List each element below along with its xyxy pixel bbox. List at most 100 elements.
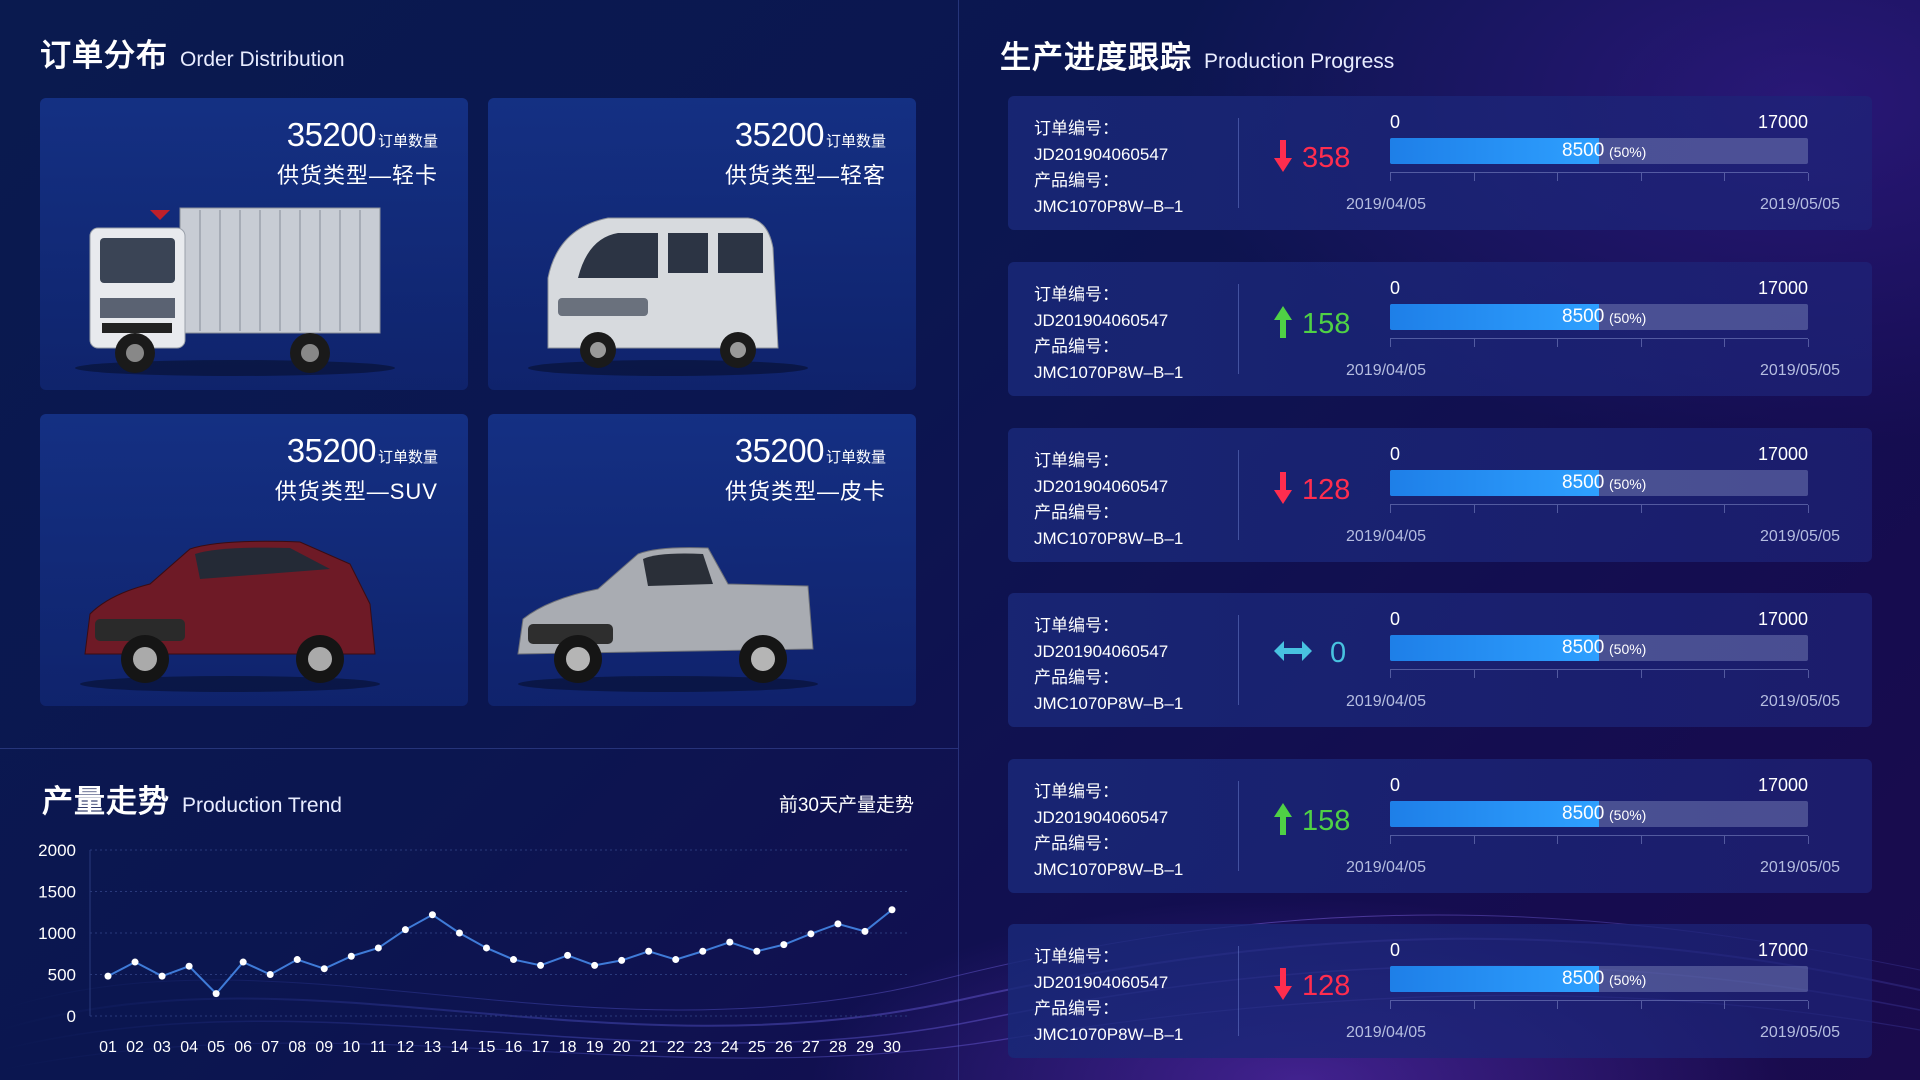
data-point[interactable] xyxy=(320,965,328,973)
data-point[interactable] xyxy=(861,927,869,935)
progress-row[interactable]: 订单编号： JD201904060547 产品编号： JMC1070P8W–B–… xyxy=(1008,924,1872,1058)
progress-min: 0 xyxy=(1390,775,1401,795)
data-point[interactable] xyxy=(726,938,734,946)
progress-value: 8500 xyxy=(1562,472,1605,493)
tick-mark xyxy=(1557,670,1559,678)
progress-percent: (50%) xyxy=(1609,641,1647,657)
data-point[interactable] xyxy=(185,962,193,970)
data-point[interactable] xyxy=(131,958,139,966)
progress-row[interactable]: 订单编号： JD201904060547 产品编号： JMC1070P8W–B–… xyxy=(1008,593,1872,727)
x-tick-label: 27 xyxy=(802,1039,820,1056)
x-tick-label: 05 xyxy=(207,1039,225,1056)
supply-type: 供货类型—轻卡 xyxy=(276,163,438,188)
tick-mark xyxy=(1808,1001,1809,1009)
data-point[interactable] xyxy=(780,941,788,949)
data-point[interactable] xyxy=(374,944,382,952)
x-tick-label: 13 xyxy=(424,1039,442,1056)
progress-row[interactable]: 订单编号： JD201904060547 产品编号： JMC1070P8W–B–… xyxy=(1008,96,1872,230)
progress-percent: (50%) xyxy=(1609,144,1647,160)
data-point[interactable] xyxy=(888,906,896,914)
x-tick-label: 15 xyxy=(478,1039,496,1056)
data-point[interactable] xyxy=(401,926,409,934)
data-point[interactable] xyxy=(753,947,761,955)
data-point[interactable] xyxy=(618,956,626,964)
data-point[interactable] xyxy=(158,972,166,980)
order-ids: 订单编号： JD201904060547 产品编号： JMC1070P8W–B–… xyxy=(1034,944,1183,1048)
tick-mark xyxy=(1473,339,1475,347)
order-card-pickup[interactable]: 35200 订单数量 供货类型—皮卡 xyxy=(488,414,916,706)
data-point[interactable] xyxy=(266,971,274,978)
order-card-suv[interactable]: 35200 订单数量 供货类型—SUV xyxy=(40,414,468,706)
order-no: JD201904060547 xyxy=(1034,477,1169,496)
tick-mark xyxy=(1724,339,1726,347)
data-point[interactable] xyxy=(591,961,599,969)
progress-row[interactable]: 订单编号： JD201904060547 产品编号： JMC1070P8W–B–… xyxy=(1008,759,1872,893)
data-point[interactable] xyxy=(510,956,518,964)
row-separator xyxy=(1238,615,1239,705)
data-point[interactable] xyxy=(834,920,842,928)
data-point[interactable] xyxy=(212,990,220,998)
suv-image xyxy=(80,540,380,692)
x-tick-label: 20 xyxy=(613,1039,631,1056)
data-point[interactable] xyxy=(807,930,815,938)
arrow-down-icon xyxy=(1274,968,1292,1005)
tick-mark xyxy=(1557,173,1559,181)
start-date: 2019/04/05 xyxy=(1346,859,1427,876)
start-date: 2019/04/05 xyxy=(1346,528,1427,545)
start-date: 2019/04/05 xyxy=(1346,362,1427,379)
data-point[interactable] xyxy=(537,961,545,969)
tick-mark xyxy=(1724,173,1726,181)
x-tick-label: 12 xyxy=(396,1039,414,1056)
order-count-label: 订单数量 xyxy=(825,133,886,150)
order-card-info: 35200 订单数量 供货类型—轻客 xyxy=(725,116,886,190)
progress-value: 8500 xyxy=(1562,803,1605,824)
data-point[interactable] xyxy=(293,956,301,964)
pickup-image xyxy=(517,547,818,692)
arrow-up-icon xyxy=(1274,803,1292,840)
production-trend-title-en: Production Trend xyxy=(182,794,342,817)
x-tick-label: 08 xyxy=(288,1039,306,1056)
order-card-light-van[interactable]: 35200 订单数量 供货类型—轻客 xyxy=(488,98,916,390)
row-separator xyxy=(1238,450,1239,540)
x-tick-label: 26 xyxy=(775,1039,793,1056)
x-tick-label: 06 xyxy=(234,1039,252,1056)
row-separator xyxy=(1238,284,1239,374)
tick-mark xyxy=(1473,505,1475,513)
data-point[interactable] xyxy=(645,947,653,955)
delta-value: 158 xyxy=(1302,308,1351,340)
delta-indicator: 358 xyxy=(1274,140,1350,177)
product-no-label: 产品编号： xyxy=(1034,834,1119,853)
x-tick-label: 16 xyxy=(505,1039,523,1056)
order-no: JD201904060547 xyxy=(1034,311,1169,330)
tick-mark xyxy=(1557,836,1559,844)
progress-min: 0 xyxy=(1390,112,1401,132)
tick-mark xyxy=(1640,670,1642,678)
data-point[interactable] xyxy=(104,972,112,980)
data-point[interactable] xyxy=(564,951,572,959)
data-point[interactable] xyxy=(347,952,355,960)
progress-value: 8500 xyxy=(1562,306,1605,327)
delta-value: 128 xyxy=(1302,474,1351,506)
progress-row[interactable]: 订单编号： JD201904060547 产品编号： JMC1070P8W–B–… xyxy=(1008,428,1872,562)
supply-type: 供货类型—SUV xyxy=(274,479,438,504)
order-card-light-truck[interactable]: 35200 订单数量 供货类型—轻卡 xyxy=(40,98,468,390)
product-no-label: 产品编号： xyxy=(1034,171,1119,190)
tick-mark xyxy=(1473,836,1475,844)
order-no-label: 订单编号： xyxy=(1034,947,1119,966)
data-point[interactable] xyxy=(428,911,436,919)
data-point[interactable] xyxy=(699,947,707,955)
order-no: JD201904060547 xyxy=(1034,145,1169,164)
order-no-label: 订单编号： xyxy=(1034,451,1119,470)
data-point[interactable] xyxy=(482,944,490,952)
order-card-info: 35200 订单数量 供货类型—皮卡 xyxy=(725,432,886,506)
data-point[interactable] xyxy=(455,929,463,937)
y-tick-label: 1000 xyxy=(38,924,76,943)
data-point[interactable] xyxy=(672,956,680,964)
progress-row[interactable]: 订单编号： JD201904060547 产品编号： JMC1070P8W–B–… xyxy=(1008,262,1872,396)
order-count: 35200 xyxy=(734,116,825,153)
progress-max: 17000 xyxy=(1758,775,1809,795)
data-point[interactable] xyxy=(239,958,247,966)
tick-mark xyxy=(1390,670,1391,678)
order-count: 35200 xyxy=(286,116,377,153)
progress-max: 17000 xyxy=(1758,444,1809,464)
